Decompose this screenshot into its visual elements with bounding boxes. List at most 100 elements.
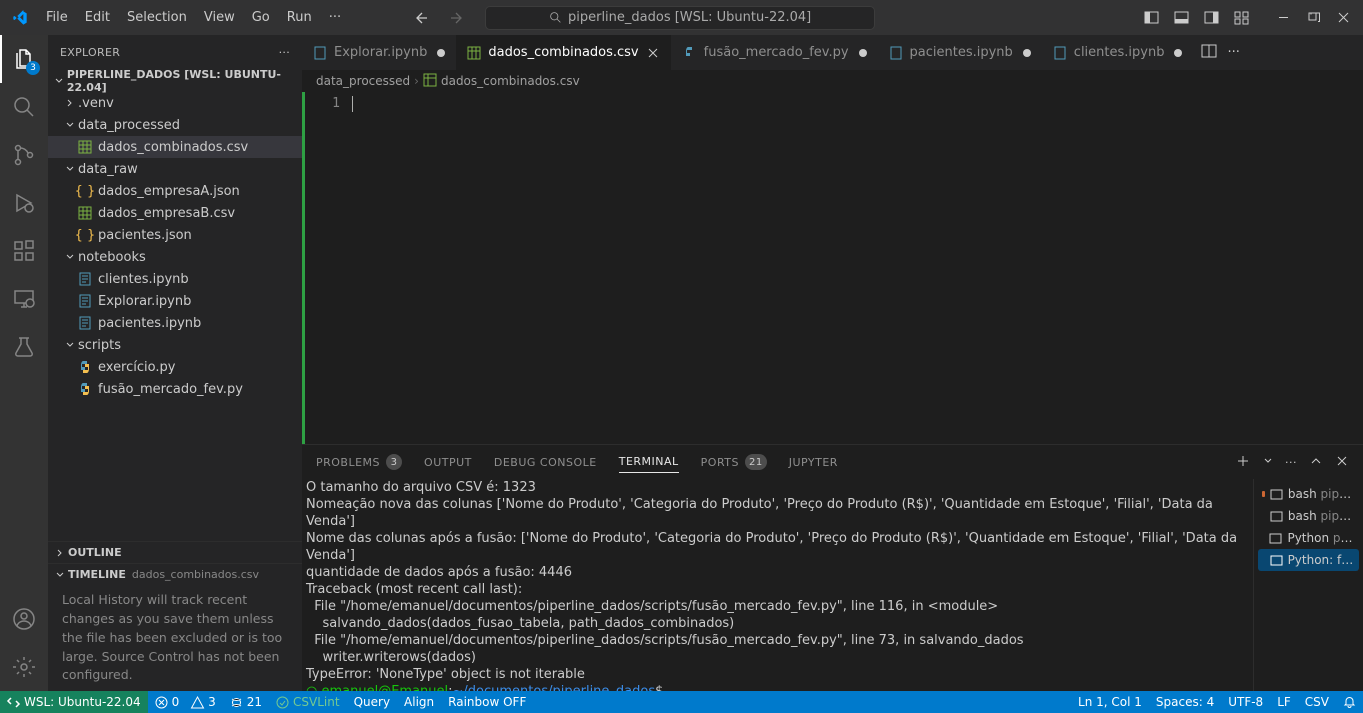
activity-explorer-icon[interactable]: 3 <box>0 35 48 83</box>
dirty-indicator <box>1023 49 1031 57</box>
status-remote[interactable]: WSL: Ubuntu-22.04 <box>0 691 148 713</box>
tab-dados-combinados[interactable]: dados_combinados.csv <box>456 35 671 70</box>
terminal-output[interactable]: O tamanho do arquivo CSV é: 1323 Nomeaçã… <box>302 479 1253 691</box>
menu-view[interactable]: View <box>196 6 243 29</box>
command-center[interactable]: piperline_dados [WSL: Ubuntu-22.04] <box>485 6 875 30</box>
menu-selection[interactable]: Selection <box>119 6 195 29</box>
status-spaces[interactable]: Spaces: 4 <box>1149 695 1221 709</box>
tree-folder-data-raw[interactable]: data_raw <box>48 158 302 180</box>
status-language[interactable]: CSV <box>1298 695 1336 709</box>
timeline-section[interactable]: TIMELINEdados_combinados.csv <box>48 563 302 585</box>
status-notifications-icon[interactable] <box>1336 695 1363 708</box>
close-icon[interactable] <box>645 45 661 61</box>
terminal-entry-bash-1[interactable]: bash pipe... <box>1258 483 1359 505</box>
activity-source-control-icon[interactable] <box>0 131 48 179</box>
status-rainbow[interactable]: Rainbow OFF <box>441 691 533 713</box>
layout-secondary-icon[interactable] <box>1197 4 1225 32</box>
tree-folder-scripts[interactable]: scripts <box>48 334 302 356</box>
activity-remote-icon[interactable] <box>0 275 48 323</box>
status-align[interactable]: Align <box>397 691 441 713</box>
dirty-indicator <box>437 49 445 57</box>
more-actions-icon[interactable]: ··· <box>1227 45 1239 60</box>
sidebar-more-icon[interactable]: ··· <box>279 46 290 59</box>
panel-close-icon[interactable] <box>1335 454 1349 471</box>
tab-clientes[interactable]: clientes.ipynb <box>1042 35 1194 70</box>
panel-tab-problems[interactable]: PROBLEMS3 <box>316 450 402 474</box>
terminal-dropdown-icon[interactable] <box>1263 456 1273 469</box>
layout-panel-icon[interactable] <box>1167 4 1195 32</box>
new-terminal-icon[interactable] <box>1235 453 1251 472</box>
layout-primary-icon[interactable] <box>1137 4 1165 32</box>
menu-go[interactable]: Go <box>244 6 278 29</box>
nav-back-icon[interactable] <box>409 5 435 31</box>
tab-explorar[interactable]: Explorar.ipynb <box>302 35 456 70</box>
tree-file-empresa-a-json[interactable]: { }dados_empresaA.json <box>48 180 302 202</box>
status-csvlint[interactable]: CSVLint <box>269 691 347 713</box>
tab-pacientes[interactable]: pacientes.ipynb <box>878 35 1042 70</box>
tree-file-pacientes-ipynb[interactable]: pacientes.ipynb <box>48 312 302 334</box>
panel-tab-terminal[interactable]: TERMINAL <box>619 451 679 473</box>
tree-folder-data-processed[interactable]: data_processed <box>48 114 302 136</box>
tree-file-empresa-b-csv[interactable]: dados_empresaB.csv <box>48 202 302 224</box>
layout-customize-icon[interactable] <box>1227 4 1255 32</box>
command-center-text: piperline_dados [WSL: Ubuntu-22.04] <box>568 10 811 25</box>
panel-tab-debug[interactable]: DEBUG CONSOLE <box>494 452 597 473</box>
status-eol[interactable]: LF <box>1270 695 1298 709</box>
tree-file-pacientes-json[interactable]: { }pacientes.json <box>48 224 302 246</box>
outline-section[interactable]: OUTLINE <box>48 541 302 563</box>
panel-tab-jupyter[interactable]: JUPYTER <box>789 452 838 473</box>
activity-settings-icon[interactable] <box>0 643 48 691</box>
tab-fusao-mercado[interactable]: fusão_mercado_fev.py <box>672 35 878 70</box>
nav-forward-icon[interactable] <box>443 5 469 31</box>
terminal-entry-python-2[interactable]: Python: fus... <box>1258 549 1359 571</box>
window-minimize-icon[interactable] <box>1269 4 1297 32</box>
tree-file-dados-combinados[interactable]: dados_combinados.csv <box>48 136 302 158</box>
activity-search-icon[interactable] <box>0 83 48 131</box>
panel-tab-ports[interactable]: PORTS21 <box>701 450 767 474</box>
split-editor-icon[interactable] <box>1201 43 1217 63</box>
tab-actions: ··· <box>1193 35 1247 70</box>
window-controls <box>1137 4 1357 32</box>
terminal-prompt[interactable]: ○ emanuel@Emanuel:~/documentos/piperline… <box>306 683 1253 691</box>
tree-folder-notebooks[interactable]: notebooks <box>48 246 302 268</box>
menu-edit[interactable]: Edit <box>77 6 118 29</box>
terminal-entry-bash-2[interactable]: bash pipe... <box>1258 505 1359 527</box>
tree-folder-venv[interactable]: .venv <box>48 92 302 114</box>
breadcrumbs[interactable]: data_processed › dados_combinados.csv <box>302 70 1363 92</box>
title-nav: piperline_dados [WSL: Ubuntu-22.04] <box>409 5 875 31</box>
window-maximize-icon[interactable] <box>1299 4 1327 32</box>
status-encoding[interactable]: UTF-8 <box>1221 695 1270 709</box>
status-cursor-pos[interactable]: Ln 1, Col 1 <box>1071 695 1149 709</box>
title-bar: File Edit Selection View Go Run ··· pipe… <box>0 0 1363 35</box>
json-icon: { } <box>76 228 94 243</box>
activity-testing-icon[interactable] <box>0 323 48 371</box>
status-ports[interactable]: 21 <box>223 691 269 713</box>
status-query[interactable]: Query <box>347 691 397 713</box>
activity-extensions-icon[interactable] <box>0 227 48 275</box>
text-cursor <box>352 96 353 112</box>
panel-more-icon[interactable]: ··· <box>1285 456 1297 469</box>
activity-run-debug-icon[interactable] <box>0 179 48 227</box>
tree-file-clientes-ipynb[interactable]: clientes.ipynb <box>48 268 302 290</box>
sidebar-title: EXPLORER <box>60 46 120 59</box>
folder-root[interactable]: PIPERLINE_DADOS [WSL: UBUNTU-22.04] <box>48 70 302 92</box>
panel-tabs: PROBLEMS3 OUTPUT DEBUG CONSOLE TERMINAL … <box>302 445 1363 479</box>
editor-body[interactable]: 1 <box>302 92 1363 444</box>
panel-tab-output[interactable]: OUTPUT <box>424 452 472 473</box>
panel-maximize-icon[interactable] <box>1309 454 1323 471</box>
terminal-entry-python-1[interactable]: Python pipe... <box>1258 527 1359 549</box>
editor-content[interactable] <box>352 92 1363 444</box>
csv-icon <box>76 140 94 154</box>
tree-file-fusao-mercado-py[interactable]: fusão_mercado_fev.py <box>48 378 302 400</box>
menu-run[interactable]: Run <box>279 6 320 29</box>
menu-more[interactable]: ··· <box>321 6 349 29</box>
breadcrumb-file[interactable]: dados_combinados.csv <box>441 74 580 88</box>
menu-file[interactable]: File <box>38 6 76 29</box>
tree-file-explorar-ipynb[interactable]: Explorar.ipynb <box>48 290 302 312</box>
explorer-badge: 3 <box>26 61 40 75</box>
status-errors[interactable]: 0 3 <box>148 691 223 713</box>
activity-accounts-icon[interactable] <box>0 595 48 643</box>
breadcrumb-folder[interactable]: data_processed <box>316 74 410 88</box>
tree-file-exercicio-py[interactable]: exercício.py <box>48 356 302 378</box>
window-close-icon[interactable] <box>1329 4 1357 32</box>
